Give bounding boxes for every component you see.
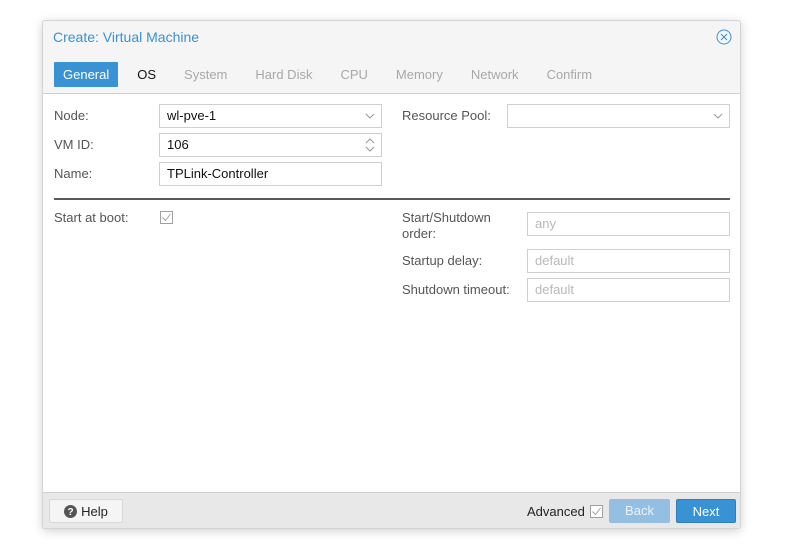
startup-delay-placeholder: default [535, 253, 575, 268]
start-at-boot-checkbox[interactable] [160, 211, 173, 224]
next-button[interactable]: Next [676, 499, 736, 523]
resource-pool-label: Resource Pool: [402, 108, 491, 123]
question-circle-icon: ? [64, 505, 78, 518]
dialog-footer: ? Help Advanced Back Next [43, 493, 740, 528]
tab-hard-disk: Hard Disk [255, 67, 313, 82]
svg-text:?: ? [68, 507, 74, 518]
general-panel: Node: wl-pve-1 VM ID: 106 Name: TPLink-C… [43, 93, 740, 493]
shutdown-timeout-placeholder: default [535, 282, 575, 297]
name-input[interactable]: TPLink-Controller [159, 162, 382, 186]
name-value: TPLink-Controller [167, 166, 269, 181]
close-button[interactable] [716, 29, 732, 45]
wizard-tabs: General OS System Hard Disk CPU Memory N… [54, 62, 611, 87]
dialog-title: Create: Virtual Machine [53, 29, 200, 45]
tab-confirm: Confirm [546, 67, 593, 82]
spinner-arrows-icon[interactable] [365, 134, 375, 156]
tab-cpu: CPU [340, 67, 368, 82]
node-label: Node: [54, 108, 89, 123]
tab-network: Network [470, 67, 519, 82]
startup-order-input[interactable]: any [527, 212, 730, 236]
tab-os[interactable]: OS [128, 62, 165, 87]
checkbox-icon [160, 211, 173, 224]
startup-order-label: Start/Shutdown order: [402, 210, 491, 241]
advanced-checkbox[interactable] [590, 505, 603, 518]
start-at-boot-label: Start at boot: [54, 210, 129, 225]
chevron-down-icon[interactable] [713, 105, 723, 127]
close-circle-icon [716, 29, 732, 45]
vmid-value: 106 [167, 137, 189, 152]
startup-delay-label: Startup delay: [402, 253, 483, 268]
advanced-label: Advanced [527, 504, 585, 519]
node-value: wl-pve-1 [167, 108, 217, 123]
vmid-label: VM ID: [54, 137, 94, 152]
tab-memory: Memory [395, 67, 443, 82]
chevron-down-icon[interactable] [365, 105, 375, 127]
vmid-spinner[interactable]: 106 [159, 133, 382, 157]
back-button[interactable]: Back [609, 499, 670, 523]
create-vm-dialog: Create: Virtual Machine General OS Syste… [42, 20, 741, 529]
checkbox-icon [590, 505, 603, 518]
tab-system: System [184, 67, 228, 82]
startup-order-placeholder: any [535, 216, 556, 231]
tab-general[interactable]: General [54, 62, 119, 87]
help-button[interactable]: ? Help [49, 499, 123, 523]
name-label: Name: [54, 166, 93, 181]
node-select[interactable]: wl-pve-1 [159, 104, 382, 128]
shutdown-timeout-label: Shutdown timeout: [402, 282, 510, 297]
startup-delay-input[interactable]: default [527, 249, 730, 273]
help-label: Help [81, 504, 108, 519]
shutdown-timeout-input[interactable]: default [527, 278, 730, 302]
section-divider [54, 198, 730, 200]
resource-pool-select[interactable] [507, 104, 730, 128]
